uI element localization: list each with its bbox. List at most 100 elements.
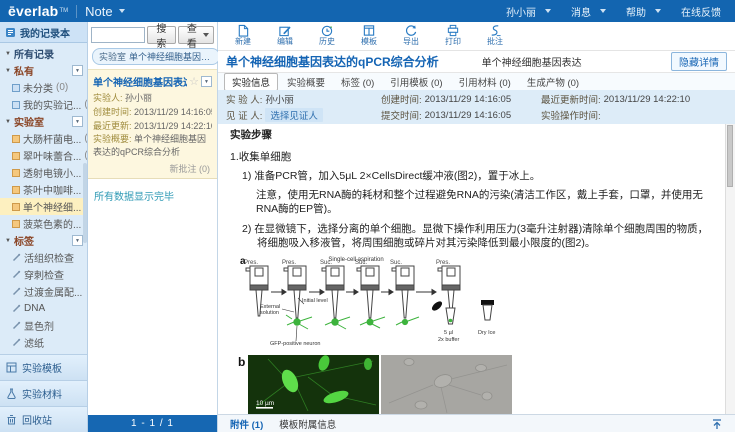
history-button[interactable]: 历史	[312, 24, 342, 46]
sidebar-item-recycle-bin[interactable]: 回收站	[0, 406, 87, 432]
section-menu-button[interactable]: ▼	[72, 65, 83, 76]
product-switch-caret-icon[interactable]	[119, 9, 125, 13]
sidebar-item-lab-3[interactable]: 透射电镜小... (0)	[0, 164, 87, 181]
sidebar-item-lab-6[interactable]: 菠菜色素的... (1)	[0, 215, 87, 232]
product-name: Note	[85, 4, 112, 19]
user-name: 孙小丽	[506, 4, 536, 19]
detail-toolbar: 新建 编辑 历史 模板 导出	[218, 22, 735, 51]
chevron-down-icon	[600, 9, 606, 13]
sidebar-item-templates[interactable]: 实验模板	[0, 354, 87, 380]
messages-menu[interactable]: 消息	[571, 4, 606, 19]
annotation-buffer-2: 2x buffer	[438, 337, 459, 343]
everlab-logo[interactable]: ēverlab	[8, 3, 58, 19]
triangle-down-icon: ▼	[5, 119, 11, 125]
sidebar-item-lab-1[interactable]: 大肠杆菌电... (5)	[0, 130, 87, 147]
tool-label: 批注	[487, 37, 503, 46]
list-end-note: 所有数据显示完毕	[88, 179, 217, 415]
item-count: (1)	[84, 99, 87, 110]
search-button-label: 搜索	[152, 20, 171, 50]
pagination-bar[interactable]: 1 - 1 / 1	[88, 415, 217, 432]
scrollbar-thumb[interactable]	[727, 125, 733, 187]
feedback-link[interactable]: 在线反馈	[681, 4, 721, 19]
tool-label: 编辑	[277, 37, 293, 46]
logo-area: ēverlab TM Note	[0, 3, 223, 19]
template-button[interactable]: 模板	[354, 24, 384, 46]
info-label: 最近更新时间:	[541, 92, 601, 106]
sidebar-item-my-records[interactable]: 我的实验记... (1)	[0, 96, 87, 113]
tag-icon	[12, 304, 21, 313]
my-notebooks-label: 我的记录本	[20, 25, 70, 40]
export-button[interactable]: 导出	[396, 24, 426, 46]
item-label: 翠叶味蕾合...	[23, 148, 81, 163]
syringe-label-6: Pres.	[436, 260, 450, 266]
sidebar-tag-2[interactable]: 穿刺检查	[0, 266, 87, 283]
help-menu[interactable]: 帮助	[626, 4, 661, 19]
sidebar-item-materials[interactable]: 实验材料	[0, 380, 87, 406]
star-icon[interactable]: ☆	[189, 77, 199, 87]
sidebar-item-uncategorized[interactable]: 未分类 (0)	[0, 79, 87, 96]
search-button[interactable]: 搜索	[147, 26, 176, 44]
sidebar-scrollbar[interactable]	[83, 163, 87, 243]
search-input[interactable]	[91, 27, 145, 43]
new-button[interactable]: 新建	[228, 24, 258, 46]
info-operated: 实验操作时间:	[541, 108, 727, 122]
sidebar-section-private[interactable]: ▼ 私有 ▼	[0, 62, 87, 79]
user-menu[interactable]: 孙小丽	[506, 4, 551, 19]
my-notebooks-header[interactable]: 我的记录本	[0, 22, 87, 43]
micrograph-gfp-fluorescence: 10 µm	[248, 355, 379, 414]
section-label: 私有	[14, 63, 34, 78]
sidebar-tag-3[interactable]: 过渡金属配...	[0, 283, 87, 300]
annotation-buffer-1: 5 µl	[444, 330, 453, 336]
arrow-to-top-icon	[711, 418, 723, 430]
section-menu-button[interactable]: ▼	[72, 116, 83, 127]
sidebar-tag-4[interactable]: DNA	[0, 300, 87, 317]
info-label: 实 验 人:	[226, 92, 262, 106]
select-witness-button[interactable]: 选择见证人	[265, 108, 323, 122]
messages-label: 消息	[571, 4, 591, 19]
experiment-card-selected[interactable]: 单个神经细胞基因表达... ☆ ▼ 实验人: 孙小丽 创建时间: 2013/11…	[88, 69, 217, 179]
edit-pencil-icon	[278, 24, 292, 37]
annotate-button[interactable]: 批注	[480, 24, 510, 46]
view-button[interactable]: 查看	[178, 26, 214, 44]
filter-chip[interactable]: 实验室 单个神经细胞基因表达	[92, 48, 220, 65]
field-value: 2013/11/29 14:22:10	[134, 121, 212, 131]
sidebar-tag-6[interactable]: 滤纸	[0, 334, 87, 351]
chevron-down-icon	[655, 9, 661, 13]
tab-tags[interactable]: 标签 (0)	[334, 74, 381, 90]
tab-experiment-summary[interactable]: 实验概要	[280, 74, 332, 90]
tab-generated-products[interactable]: 生成产物 (0)	[520, 74, 586, 90]
sidebar-section-tags[interactable]: ▼ 标签 ▼	[0, 232, 87, 249]
sidebar-section-laboratory[interactable]: ▼ 实验室 ▼	[0, 113, 87, 130]
tab-referenced-templates[interactable]: 引用模板 (0)	[383, 74, 449, 90]
top-bar: ēverlab TM Note 孙小丽 消息 帮助 在线反馈	[0, 0, 735, 22]
document-scrollbar[interactable]	[725, 124, 735, 414]
hide-details-button[interactable]: 隐藏详情	[671, 52, 727, 71]
print-button[interactable]: 打印	[438, 24, 468, 46]
info-value: 2013/11/29 14:22:10	[604, 94, 690, 105]
sidebar-tag-1[interactable]: 活组织检查	[0, 249, 87, 266]
experiment-document: 实验步骤 1.收集单细胞 1) 准备PCR管，加入5μL 2×CellsDire…	[218, 124, 735, 414]
section-menu-button[interactable]: ▼	[72, 235, 83, 246]
section-label: 实验室	[14, 114, 44, 129]
sidebar-item-lab-5-selected[interactable]: 单个神经细... (1)	[0, 198, 87, 215]
tab-experiment-info[interactable]: 实验信息	[224, 73, 278, 91]
notebook-square-icon	[12, 135, 20, 143]
info-label: 实验操作时间:	[541, 108, 601, 122]
card-menu-button[interactable]: ▼	[201, 76, 212, 87]
chip-text: 单个神经细胞基因表达	[129, 50, 213, 63]
tab-referenced-materials[interactable]: 引用材料 (0)	[452, 74, 518, 90]
info-row-2: 见 证 人:选择见证人 提交时间:2013/11/29 14:16:05 实验操…	[226, 107, 727, 123]
experiment-title[interactable]: 单个神经细胞基因表达...	[93, 74, 187, 89]
help-label: 帮助	[626, 4, 646, 19]
sidebar-item-lab-4[interactable]: 茶叶中咖啡... (2)	[0, 181, 87, 198]
back-to-top-button[interactable]	[711, 418, 723, 430]
template-info-tab[interactable]: 模板附属信息	[279, 417, 336, 431]
sidebar-tag-5[interactable]: 显色剂	[0, 317, 87, 334]
sidebar-item-lab-2[interactable]: 翠叶味蕾合... (7)	[0, 147, 87, 164]
new-annotation-link[interactable]: 新批注 (0)	[93, 159, 212, 176]
edit-button[interactable]: 编辑	[270, 24, 300, 46]
section-label: 所有记录	[14, 46, 54, 61]
attachments-tab[interactable]: 附件 (1)	[230, 417, 263, 431]
sidebar-section-all-records[interactable]: ▼ 所有记录	[0, 45, 87, 62]
steps-heading: 实验步骤	[230, 128, 717, 142]
